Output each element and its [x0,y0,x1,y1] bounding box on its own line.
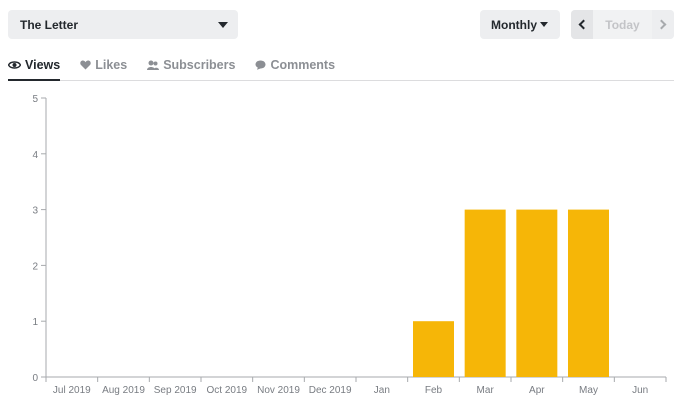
x-tick-label: May [579,385,598,396]
today-button[interactable]: Today [593,10,652,39]
x-tick-label: Feb [425,385,443,396]
y-tick-label: 1 [32,317,38,328]
caret-down-icon [540,22,548,27]
stats-tabs: Views Likes Subscribers Comments [8,56,674,81]
y-tick-label: 5 [32,94,38,105]
chevron-left-icon [578,19,589,30]
bar [516,209,558,377]
x-tick-label: Jun [632,385,648,396]
y-tick-label: 2 [32,261,38,272]
tab-subscribers[interactable]: Subscribers [147,56,235,80]
x-tick-label: Sep 2019 [154,385,197,396]
x-tick-label: Nov 2019 [257,385,300,396]
x-tick-label: Apr [529,385,545,396]
date-navigation: Today [571,10,674,39]
x-tick-label: Mar [477,385,495,396]
y-tick-label: 3 [32,206,38,217]
period-select[interactable]: Monthly [480,10,560,39]
heart-icon [80,60,91,70]
tab-label: Likes [95,58,128,72]
tab-label: Subscribers [163,58,236,72]
tab-comments[interactable]: Comments [255,56,335,80]
x-tick-label: Jan [374,385,390,396]
next-period-button[interactable] [652,10,674,39]
x-tick-label: Aug 2019 [102,385,145,396]
y-tick-label: 4 [32,150,38,161]
tab-likes[interactable]: Likes [80,56,127,80]
site-select[interactable]: The Letter [8,10,238,39]
previous-period-button[interactable] [571,10,593,39]
chevron-right-icon [656,19,667,30]
period-select-label: Monthly [491,17,537,32]
x-tick-label: Dec 2019 [309,385,352,396]
comment-icon [255,60,266,70]
eye-icon [8,61,21,69]
bar [464,209,506,377]
tab-views[interactable]: Views [8,56,61,81]
x-tick-label: Jul 2019 [53,385,91,396]
caret-down-icon [218,21,228,28]
bar [413,321,454,377]
tab-label: Views [25,58,61,72]
bar [568,209,609,377]
x-tick-label: Oct 2019 [207,385,248,396]
views-bar-chart: 0 1 2 3 4 5 Jul 2019 Aug 2019 Sep 2019 Oct 2019 No… [32,94,667,396]
subscribers-icon [147,60,160,70]
y-tick-label: 0 [32,373,38,384]
tab-label: Comments [270,58,336,72]
site-select-label: The Letter [20,17,79,32]
